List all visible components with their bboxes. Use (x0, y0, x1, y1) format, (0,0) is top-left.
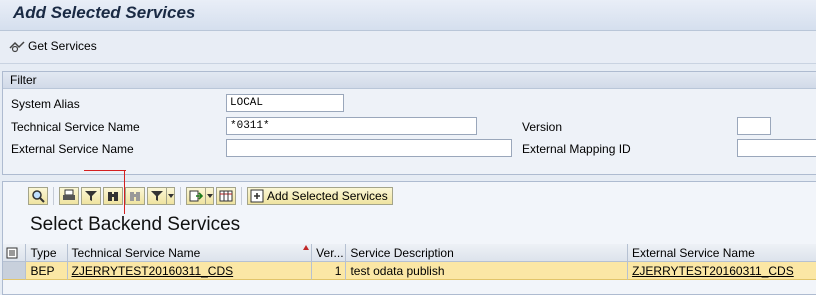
print-button[interactable] (59, 187, 79, 205)
get-services-button[interactable]: Get Services (8, 39, 97, 53)
sort-ascending-icon (303, 245, 310, 250)
get-services-icon (9, 41, 25, 53)
cell-service-description: test odata publish (346, 262, 629, 280)
print-icon (63, 189, 75, 200)
layout-icon (219, 190, 233, 202)
toolbar-separator (241, 187, 242, 205)
details-icon (32, 190, 45, 203)
version-label: Version (522, 120, 563, 134)
title-bar: Add Selected Services (0, 0, 816, 31)
find-next-button[interactable] (125, 187, 145, 205)
find-icon (108, 192, 118, 201)
column-header-service-description[interactable]: Service Description (346, 244, 629, 262)
cell-version: 1 (312, 262, 347, 280)
external-service-name-field[interactable] (226, 139, 512, 157)
filter-header: Filter (3, 72, 816, 89)
add-selected-services-button[interactable]: Add Selected Services (247, 187, 393, 205)
find-button[interactable] (103, 187, 123, 205)
layout-button[interactable] (216, 187, 236, 205)
window-title: Add Selected Services (13, 3, 196, 22)
find-next-icon (130, 192, 140, 201)
cell-type: BEP (26, 262, 68, 280)
filter-icon (85, 191, 97, 201)
select-all-icon (6, 247, 18, 259)
external-mapping-id-field[interactable] (737, 139, 816, 157)
technical-service-name-field[interactable]: *0311* (226, 117, 477, 135)
grid-toolbar: Add Selected Services (28, 185, 395, 207)
column-header-technical-service-name[interactable]: Technical Service Name (67, 244, 313, 262)
row-selector[interactable] (3, 262, 27, 280)
cell-external-service-name[interactable]: ZJERRYTEST20160311_CDS (628, 262, 816, 280)
column-header-version[interactable]: Ver... (312, 244, 347, 262)
cell-technical-service-name[interactable]: ZJERRYTEST20160311_CDS (67, 262, 313, 280)
cursor-indicator (124, 170, 125, 214)
dropdown-arrow-icon (206, 194, 213, 198)
toolbar-separator (53, 187, 54, 205)
filter-button[interactable] (81, 187, 101, 205)
set-filter-dropdown[interactable] (167, 187, 175, 205)
system-alias-field[interactable]: LOCAL (226, 94, 344, 112)
export-dropdown[interactable] (206, 187, 214, 205)
column-header-type[interactable]: Type (26, 244, 68, 262)
external-service-name-label: External Service Name (11, 142, 134, 156)
add-selected-services-label: Add Selected Services (267, 189, 388, 203)
cursor-indicator (84, 170, 126, 171)
table-header-row: Type Technical Service Name Ver... Servi… (3, 244, 816, 262)
grid-title: Select Backend Services (30, 214, 241, 235)
dropdown-arrow-icon (167, 194, 174, 198)
table-row[interactable]: BEP ZJERRYTEST20160311_CDS 1 test odata … (3, 262, 816, 280)
technical-service-name-label: Technical Service Name (11, 120, 140, 134)
export-button[interactable] (186, 187, 206, 205)
get-services-label: Get Services (28, 39, 97, 53)
column-header-external-service-name[interactable]: External Service Name (628, 244, 816, 262)
application-toolbar: Get Services (0, 31, 816, 64)
export-icon (189, 190, 203, 202)
set-filter-icon (151, 191, 163, 201)
add-icon (250, 189, 264, 203)
system-alias-label: System Alias (11, 97, 80, 111)
toolbar-separator (180, 187, 181, 205)
version-field[interactable] (737, 117, 771, 135)
select-all-button[interactable] (3, 244, 27, 262)
set-filter-button[interactable] (147, 187, 167, 205)
external-mapping-id-label: External Mapping ID (522, 142, 631, 156)
column-header-label: Technical Service Name (71, 246, 201, 260)
services-table: Type Technical Service Name Ver... Servi… (3, 244, 816, 280)
details-button[interactable] (28, 187, 48, 205)
